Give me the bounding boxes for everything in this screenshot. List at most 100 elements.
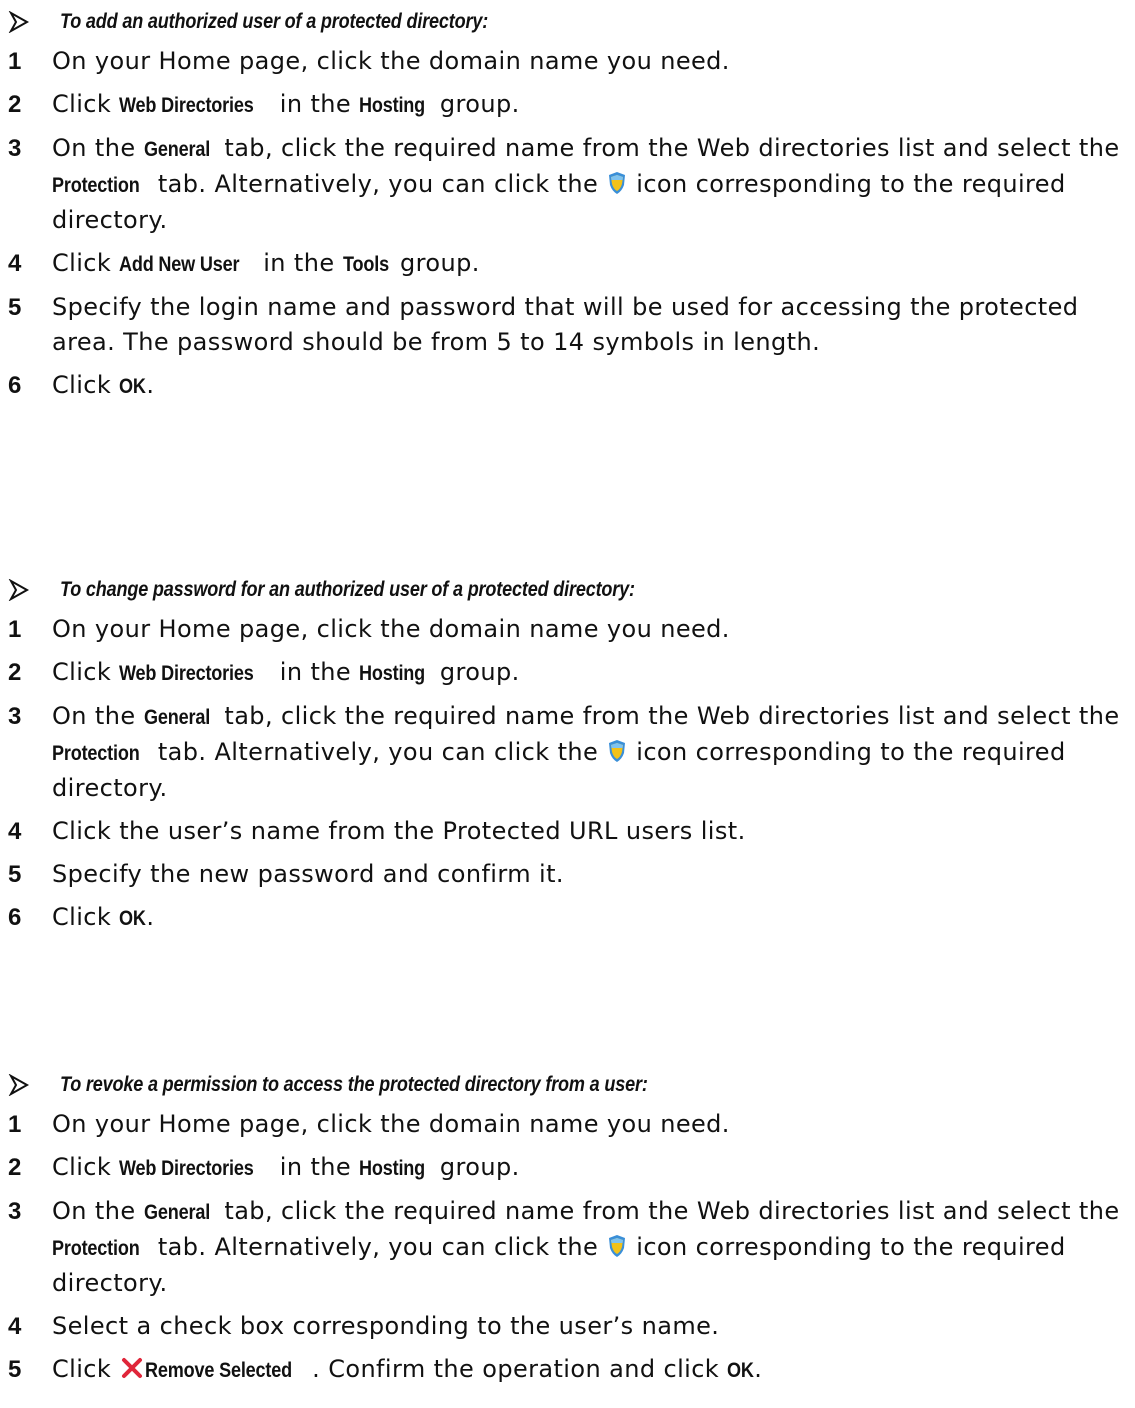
- step-number: 4: [8, 250, 22, 277]
- step-text: On the General tab, click the required n…: [52, 1194, 1131, 1301]
- step-text: Click Web Directories in the Hosting gro…: [52, 1150, 1131, 1186]
- ui-element-name: Remove Selected: [145, 1359, 293, 1382]
- step-text: On your Home page, click the domain name…: [52, 44, 1131, 79]
- step-item: 5 Specify the new password and confirm it…: [0, 857, 1135, 892]
- step-text: Click Web Directories in the Hosting gro…: [52, 655, 1131, 691]
- step-text-run: On your Home page, click the domain name…: [52, 615, 730, 643]
- step-number: 6: [8, 372, 22, 399]
- step-number: 1: [8, 616, 22, 643]
- step-text: Specify the new password and confirm it.: [52, 857, 1131, 892]
- ui-element-name: General: [143, 706, 210, 729]
- step-number: 1: [8, 48, 22, 75]
- section-title: To add an authorized user of a protected…: [0, 0, 1135, 44]
- section-title-text: To revoke a permission to access the pro…: [60, 1073, 648, 1096]
- ui-element-name: OK: [119, 375, 146, 398]
- step-item: 6 Click OK.: [0, 368, 1135, 404]
- step-text-run: Click: [52, 249, 120, 277]
- step-text-run: in the: [271, 658, 360, 686]
- step-item: 2 Click Web Directories in the Hosting gr…: [0, 87, 1135, 123]
- step-item: 1 On your Home page, click the domain nam…: [0, 612, 1135, 647]
- arrow-bullet-icon: [8, 1074, 30, 1096]
- step-item: 2 Click Web Directories in the Hosting gr…: [0, 655, 1135, 691]
- ui-element-name: Tools: [342, 253, 389, 276]
- step-list: 1 On your Home page, click the domain nam…: [0, 1107, 1135, 1388]
- step-text-run: Select a check box corresponding to the …: [52, 1312, 720, 1340]
- section-add-user: To add an authorized user of a protected…: [0, 0, 1135, 412]
- step-number: 4: [8, 818, 22, 845]
- step-number: 3: [8, 1198, 22, 1225]
- section-title: To change password for an authorized use…: [0, 568, 1135, 612]
- step-text-run: .: [754, 1355, 763, 1383]
- step-item: 5 Click Remove Selected . Confirm the oper…: [0, 1352, 1135, 1388]
- step-text-run: On the: [52, 134, 144, 162]
- step-text: Click Web Directories in the Hosting gro…: [52, 87, 1131, 123]
- step-text-run: On your Home page, click the domain name…: [52, 1110, 730, 1138]
- step-text-run: On the: [52, 1197, 144, 1225]
- step-text-run: Click the user’s name from the Protected…: [52, 817, 746, 845]
- remove-x-icon: [121, 1354, 143, 1378]
- ui-element-name: Protection: [52, 174, 140, 197]
- shield-icon: [608, 1233, 626, 1257]
- ui-element-name: Web Directories: [119, 1157, 254, 1180]
- section-title: To revoke a permission to access the pro…: [0, 1063, 1135, 1107]
- step-item: 2 Click Web Directories in the Hosting gr…: [0, 1150, 1135, 1186]
- step-text-run: tab. Alternatively, you can click the: [149, 1233, 607, 1261]
- step-text: Click OK.: [52, 900, 1131, 936]
- step-text: On the General tab, click the required n…: [52, 131, 1131, 238]
- step-text-run: tab. Alternatively, you can click the: [149, 170, 607, 198]
- step-number: 6: [8, 904, 22, 931]
- step-number: 4: [8, 1313, 22, 1340]
- step-number: 2: [8, 1154, 22, 1181]
- ui-element-name: OK: [119, 907, 146, 930]
- step-text: Click Add New User in the Tools group.: [52, 246, 1131, 282]
- step-text-run: in the: [271, 90, 360, 118]
- section-change-password: To change password for an authorized use…: [0, 568, 1135, 944]
- step-text: Click Remove Selected . Confirm the opera…: [52, 1352, 1131, 1388]
- step-text-run: Specify the login name and password that…: [52, 293, 1087, 356]
- step-text-run: in the: [255, 249, 343, 277]
- step-text: On your Home page, click the domain name…: [52, 612, 1131, 647]
- step-item: 5 Specify the login name and password tha…: [0, 290, 1135, 360]
- step-item: 3 On the General tab, click the required …: [0, 1194, 1135, 1301]
- ui-element-name: Web Directories: [119, 94, 254, 117]
- step-text-run: .: [146, 371, 155, 399]
- arrow-bullet-icon: [8, 11, 30, 33]
- step-number: 5: [8, 294, 22, 321]
- step-text-run: tab, click the required name from the We…: [216, 1197, 1128, 1225]
- step-number: 2: [8, 91, 22, 118]
- step-text-run: group.: [392, 249, 480, 277]
- section-revoke-permission: To revoke a permission to access the pro…: [0, 1063, 1135, 1396]
- ui-element-name: Hosting: [359, 1157, 426, 1180]
- step-item: 6 Click OK.: [0, 900, 1135, 936]
- step-number: 3: [8, 703, 22, 730]
- ui-element-name: Hosting: [359, 662, 426, 685]
- step-text: On the General tab, click the required n…: [52, 699, 1131, 806]
- step-text-run: .: [146, 903, 155, 931]
- section-title-text: To change password for an authorized use…: [60, 578, 635, 601]
- ui-element-name: Protection: [52, 1237, 140, 1260]
- step-text: Click OK.: [52, 368, 1131, 404]
- step-item: 4 Select a check box corresponding to the…: [0, 1309, 1135, 1344]
- step-text-run: Click: [52, 1355, 120, 1383]
- step-text-run: group.: [431, 1153, 520, 1181]
- step-item: 3 On the General tab, click the required …: [0, 131, 1135, 238]
- ui-element-name: OK: [727, 1359, 754, 1382]
- step-text-run: On the: [52, 702, 144, 730]
- ui-element-name: Web Directories: [119, 662, 254, 685]
- step-text-run: tab. Alternatively, you can click the: [149, 738, 607, 766]
- step-text-run: group.: [431, 658, 520, 686]
- step-item: 1 On your Home page, click the domain nam…: [0, 1107, 1135, 1142]
- step-text-run: in the: [271, 1153, 360, 1181]
- step-item: 1 On your Home page, click the domain nam…: [0, 44, 1135, 79]
- step-number: 3: [8, 135, 22, 162]
- step-text: Select a check box corresponding to the …: [52, 1309, 1131, 1344]
- shield-icon: [608, 738, 626, 762]
- ui-element-name: Hosting: [359, 94, 426, 117]
- step-text-run: Specify the new password and confirm it.: [52, 860, 564, 888]
- step-list: 1 On your Home page, click the domain nam…: [0, 612, 1135, 936]
- step-text-run: Click: [52, 90, 120, 118]
- step-item: 4 Click Add New User in the Tools group.: [0, 246, 1135, 282]
- step-text-run: Click: [52, 1153, 120, 1181]
- ui-element-name: General: [143, 1201, 210, 1224]
- step-text-run: On your Home page, click the domain name…: [52, 47, 730, 75]
